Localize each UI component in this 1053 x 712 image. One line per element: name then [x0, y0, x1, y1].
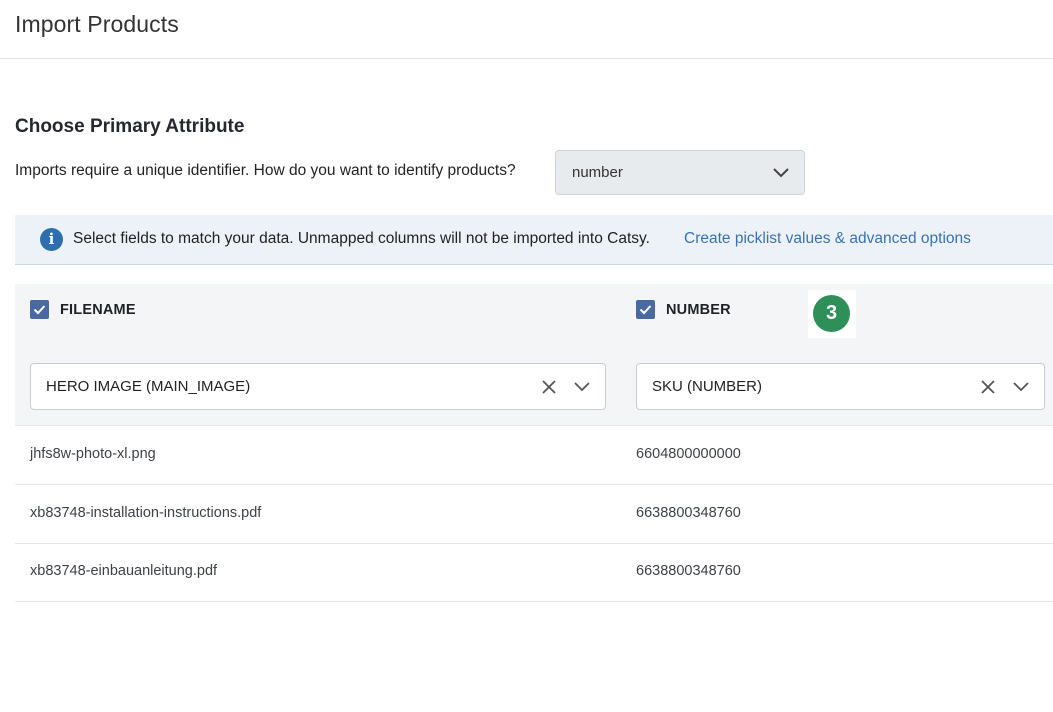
step-badge-container: 3	[808, 290, 856, 338]
filename-cell: xb83748-einbauanleitung.pdf	[30, 563, 218, 579]
checkmark-icon	[33, 305, 46, 315]
filename-mapping-value: HERO IMAGE (MAIN_IMAGE)	[46, 378, 251, 395]
chevron-down-icon[interactable]	[573, 380, 591, 393]
clear-icon[interactable]	[541, 379, 557, 395]
filename-column-checkbox[interactable]	[30, 300, 49, 319]
section-title: Choose Primary Attribute	[15, 116, 245, 137]
info-text: Select fields to match your data. Unmapp…	[73, 230, 650, 247]
number-column-header: NUMBER	[666, 302, 731, 318]
primary-attribute-select[interactable]: number	[555, 150, 805, 195]
checkmark-icon	[639, 305, 652, 315]
filename-cell: xb83748-installation-instructions.pdf	[30, 505, 262, 521]
filename-mapping-select[interactable]: HERO IMAGE (MAIN_IMAGE)	[30, 363, 606, 410]
table-row: xb83748-installation-instructions.pdf 66…	[15, 485, 1053, 544]
info-banner: i Select fields to match your data. Unma…	[15, 215, 1053, 265]
number-cell: 6638800348760	[636, 505, 741, 521]
clear-icon[interactable]	[980, 379, 996, 395]
chevron-down-icon[interactable]	[1012, 380, 1030, 393]
chevron-down-icon	[773, 168, 789, 178]
page-title: Import Products	[15, 11, 179, 37]
advanced-options-link[interactable]: Create picklist values & advanced option…	[684, 230, 971, 248]
page-header: Import Products	[0, 0, 1053, 59]
table-row: jhfs8w-photo-xl.png 6604800000000	[15, 426, 1053, 485]
step-badge: 3	[813, 295, 850, 332]
number-cell: 6604800000000	[636, 446, 741, 462]
number-column-checkbox[interactable]	[636, 300, 655, 319]
number-mapping-select[interactable]: SKU (NUMBER)	[636, 363, 1045, 410]
number-mapping-value: SKU (NUMBER)	[652, 378, 763, 395]
number-cell: 6638800348760	[636, 563, 741, 579]
filename-column-header: FILENAME	[60, 302, 136, 318]
identifier-question: Imports require a unique identifier. How…	[15, 162, 516, 179]
filename-cell: jhfs8w-photo-xl.png	[30, 446, 156, 462]
info-icon: i	[40, 228, 63, 251]
primary-attribute-value: number	[572, 164, 623, 181]
table-row: xb83748-einbauanleitung.pdf 663880034876…	[15, 543, 1053, 602]
